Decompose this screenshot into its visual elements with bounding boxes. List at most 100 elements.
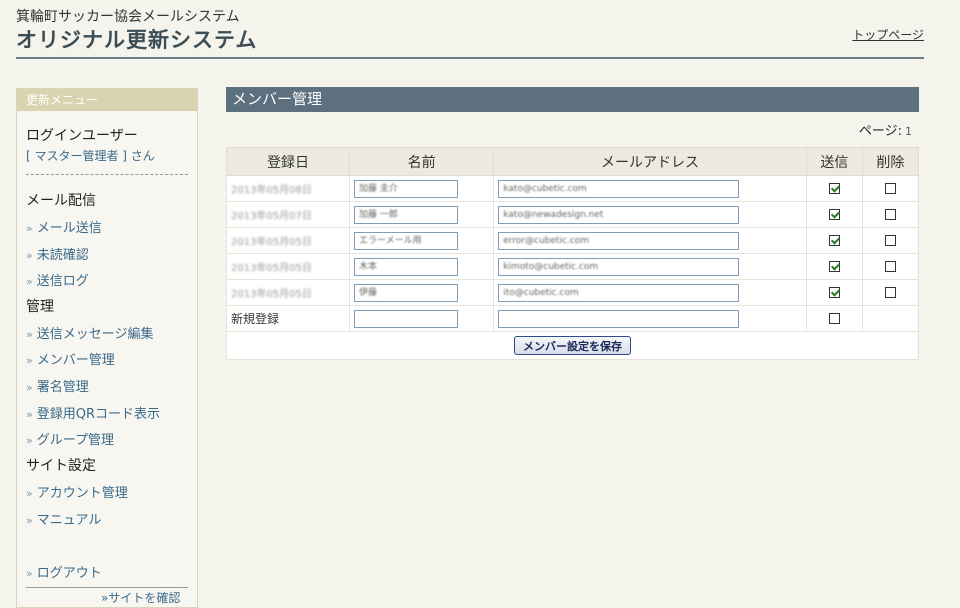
chevron-right-icon: » xyxy=(26,328,33,341)
delete-checkbox[interactable] xyxy=(884,235,896,246)
member-name-value: 伊藤 xyxy=(358,287,377,298)
sidebar-item-label: マニュアル xyxy=(36,513,102,528)
member-table: 登録日 名前 メールアドレス 送信 削除 2013年05月08日 加藤 圭介 kat… xyxy=(226,147,920,360)
confirm-site-link[interactable]: »サイトを確認 xyxy=(101,589,180,606)
column-header-date: 登録日 xyxy=(226,147,350,176)
table-row: 2013年05月07日 加藤 一郎 kato@newadesign.net xyxy=(226,201,920,228)
sidebar-item-unread[interactable]: » 未読確認 xyxy=(26,244,89,263)
new-member-label: 新規登録 xyxy=(226,305,350,332)
chevron-right-icon: » xyxy=(26,567,33,580)
sidebar-item-send-log[interactable]: » 送信ログ xyxy=(26,270,89,289)
chevron-right-icon: » xyxy=(26,408,33,421)
delete-checkbox[interactable] xyxy=(884,261,896,272)
member-name-value: 加藤 圭介 xyxy=(358,183,398,194)
member-name-input[interactable]: 加藤 一郎 xyxy=(353,205,458,224)
chevron-right-icon: » xyxy=(26,487,33,500)
top-page-link[interactable]: トップページ xyxy=(852,26,924,43)
sidebar-item-logout[interactable]: » ログアウト xyxy=(26,562,102,581)
member-email-value: kato@newadesign.net xyxy=(503,209,604,220)
chevron-right-icon: » xyxy=(26,354,33,367)
member-name-value: 木本 xyxy=(358,261,377,272)
save-row: メンバー設定を保存 xyxy=(226,331,919,360)
sidebar-item-group[interactable]: » グループ管理 xyxy=(26,429,114,448)
page-title: メンバー管理 xyxy=(226,87,919,112)
table-header-row: 登録日 名前 メールアドレス 送信 削除 xyxy=(226,147,920,176)
member-email-value: kimoto@cubetic.com xyxy=(503,261,599,272)
sidebar-item-send-mail[interactable]: » メール送信 xyxy=(26,217,102,236)
header: 箕輪町サッカー協会メールシステム オリジナル更新システム トップページ xyxy=(16,4,924,58)
sidebar-item-label: 送信ログ xyxy=(36,274,89,289)
chevron-right-icon: » xyxy=(26,381,33,394)
member-email-input[interactable]: kimoto@cubetic.com xyxy=(498,257,740,276)
member-email-input[interactable]: kato@newadesign.net xyxy=(498,205,740,224)
member-email-value: error@cubetic.com xyxy=(503,235,589,246)
chevron-right-icon: » xyxy=(26,275,33,288)
send-checkbox[interactable] xyxy=(828,261,840,272)
sidebar-heading: 更新メニュー xyxy=(17,89,197,111)
member-email-input[interactable]: kato@cubetic.com xyxy=(498,179,740,198)
send-checkbox[interactable] xyxy=(828,209,840,220)
member-name-input[interactable]: エラーメール用 xyxy=(353,231,458,250)
sidebar-item-qr[interactable]: » 登録用QRコード表示 xyxy=(26,403,160,422)
member-name-input[interactable]: 伊藤 xyxy=(353,283,458,302)
new-name-input[interactable] xyxy=(353,309,458,328)
registered-date: 2013年05月05日 xyxy=(231,263,312,274)
table-row: 2013年05月05日 エラーメール用 error@cubetic.com xyxy=(226,227,920,254)
sidebar-item-label: メンバー管理 xyxy=(36,353,115,368)
sidebar-item-label: 署名管理 xyxy=(36,380,89,395)
delete-checkbox[interactable] xyxy=(884,287,896,298)
site-name: 箕輪町サッカー協会メールシステム xyxy=(16,9,240,25)
sidebar-item-label: メール送信 xyxy=(36,221,102,236)
pagination: ページ: 1 xyxy=(859,120,912,139)
registered-date: 2013年05月08日 xyxy=(231,185,312,196)
member-email-value: kato@cubetic.com xyxy=(503,183,587,194)
table-row: 2013年05月08日 加藤 圭介 kato@cubetic.com xyxy=(226,175,920,202)
member-name-value: 加藤 一郎 xyxy=(358,209,398,220)
member-email-value: ito@cubetic.com xyxy=(503,287,579,298)
sidebar-item-label: 未読確認 xyxy=(36,248,89,263)
member-email-input[interactable]: error@cubetic.com xyxy=(498,231,740,250)
registered-date: 2013年05月05日 xyxy=(231,289,312,300)
registered-date: 2013年05月07日 xyxy=(231,211,312,222)
new-member-row: 新規登録 xyxy=(226,305,920,332)
header-divider xyxy=(16,57,924,59)
page-label: ページ: xyxy=(858,124,902,139)
delete-checkbox[interactable] xyxy=(884,209,896,220)
save-members-button[interactable]: メンバー設定を保存 xyxy=(514,336,631,355)
new-send-checkbox[interactable] xyxy=(828,313,840,324)
section-mail: メール配信 xyxy=(26,193,96,209)
sidebar-item-account[interactable]: » アカウント管理 xyxy=(26,482,128,501)
member-rows: 2013年05月08日 加藤 圭介 kato@cubetic.com 2013年05月… xyxy=(226,175,920,306)
confirm-site-label: サイトを確認 xyxy=(108,591,181,605)
sidebar-item-member-manage[interactable]: » メンバー管理 xyxy=(26,349,115,368)
chevron-right-icon: » xyxy=(26,222,33,235)
registered-date: 2013年05月05日 xyxy=(231,237,312,248)
sidebar-item-signature[interactable]: » 署名管理 xyxy=(26,376,89,395)
section-site: サイト設定 xyxy=(26,458,96,474)
send-checkbox[interactable] xyxy=(828,235,840,246)
member-email-input[interactable]: ito@cubetic.com xyxy=(498,283,740,302)
table-row: 2013年05月05日 伊藤 ito@cubetic.com xyxy=(226,279,920,306)
column-header-send: 送信 xyxy=(805,147,863,176)
sidebar: 更新メニュー ログインユーザー [ マスター管理者 ] さん メール配信 » メー… xyxy=(16,88,198,608)
sidebar-item-label: 送信メッセージ編集 xyxy=(36,327,154,342)
send-checkbox[interactable] xyxy=(828,183,840,194)
column-header-email: メールアドレス xyxy=(493,147,807,176)
member-name-input[interactable]: 木本 xyxy=(353,257,458,276)
delete-checkbox[interactable] xyxy=(884,183,896,194)
send-checkbox[interactable] xyxy=(828,287,840,298)
table-row: 2013年05月05日 木本 kimoto@cubetic.com xyxy=(226,253,920,280)
chevron-right-icon: » xyxy=(26,249,33,262)
system-title: オリジナル更新システム xyxy=(16,28,258,52)
member-name-input[interactable]: 加藤 圭介 xyxy=(353,179,458,198)
member-name-value: エラーメール用 xyxy=(358,235,422,246)
new-email-input[interactable] xyxy=(498,309,740,328)
column-header-name: 名前 xyxy=(348,147,495,176)
sidebar-item-label: アカウント管理 xyxy=(36,486,128,501)
chevron-right-icon: » xyxy=(26,514,33,527)
chevron-right-icon: » xyxy=(26,434,33,447)
login-user-name: [ マスター管理者 ] さん xyxy=(26,149,155,163)
sidebar-item-edit-message[interactable]: » 送信メッセージ編集 xyxy=(26,323,153,342)
sidebar-item-manual[interactable]: » マニュアル xyxy=(26,509,101,528)
page-number-link[interactable]: 1 xyxy=(905,125,912,138)
